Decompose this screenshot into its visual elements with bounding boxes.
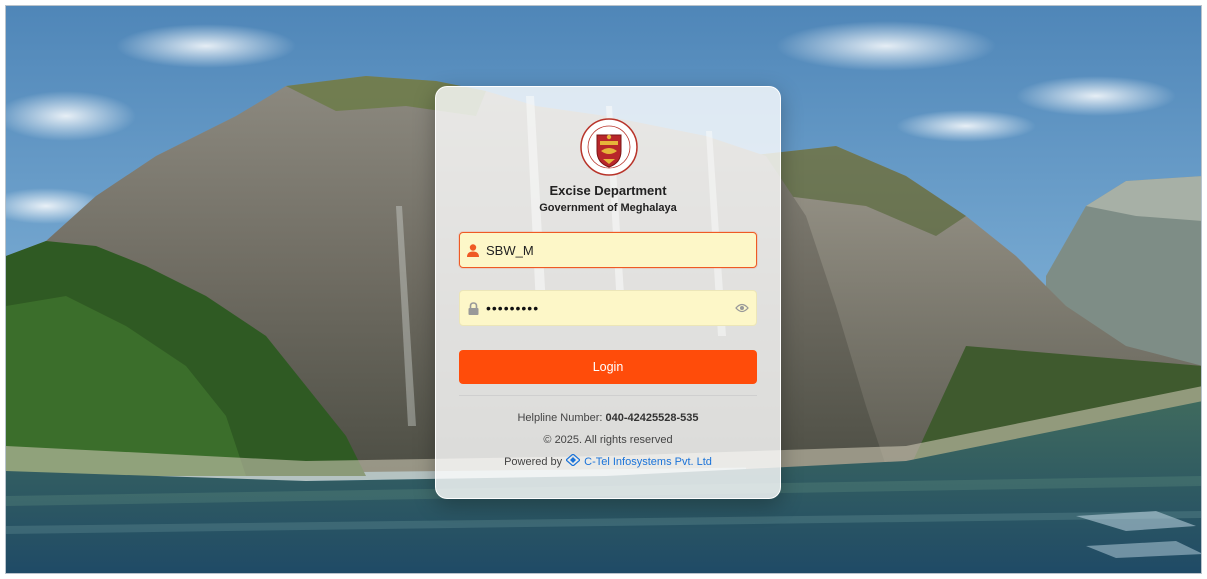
lock-icon bbox=[460, 301, 486, 315]
login-card: Excise Department Government of Meghalay… bbox=[435, 86, 781, 499]
eye-icon[interactable] bbox=[728, 303, 756, 313]
page-subtitle: Government of Meghalaya bbox=[539, 202, 677, 214]
username-input[interactable]: SBW_M bbox=[486, 243, 756, 258]
password-field[interactable]: ••••••••• bbox=[459, 290, 757, 326]
excise-department-logo bbox=[579, 117, 639, 177]
company-link[interactable]: C-Tel Infosystems Pvt. Ltd bbox=[584, 456, 712, 468]
helpline-text: Helpline Number: 040-42425528-535 bbox=[436, 412, 780, 424]
ctel-logo-icon bbox=[565, 453, 582, 469]
username-field[interactable]: SBW_M bbox=[459, 232, 757, 268]
powered-by: Powered by C-Tel Infosystems Pvt. Ltd bbox=[436, 453, 780, 469]
divider bbox=[459, 395, 757, 396]
helpline-label: Helpline Number: bbox=[517, 412, 603, 424]
page-title: Excise Department bbox=[549, 183, 667, 198]
login-button[interactable]: Login bbox=[459, 350, 757, 384]
password-input[interactable]: ••••••••• bbox=[486, 300, 728, 316]
excise-department-emblem-icon bbox=[580, 118, 638, 176]
login-page: Excise Department Government of Meghalay… bbox=[5, 5, 1202, 574]
helpline-number: 040-42425528-535 bbox=[605, 412, 699, 424]
powered-by-label: Powered by bbox=[504, 455, 563, 468]
user-icon bbox=[460, 243, 486, 257]
copyright-text: © 2025. All rights reserved bbox=[543, 434, 673, 446]
